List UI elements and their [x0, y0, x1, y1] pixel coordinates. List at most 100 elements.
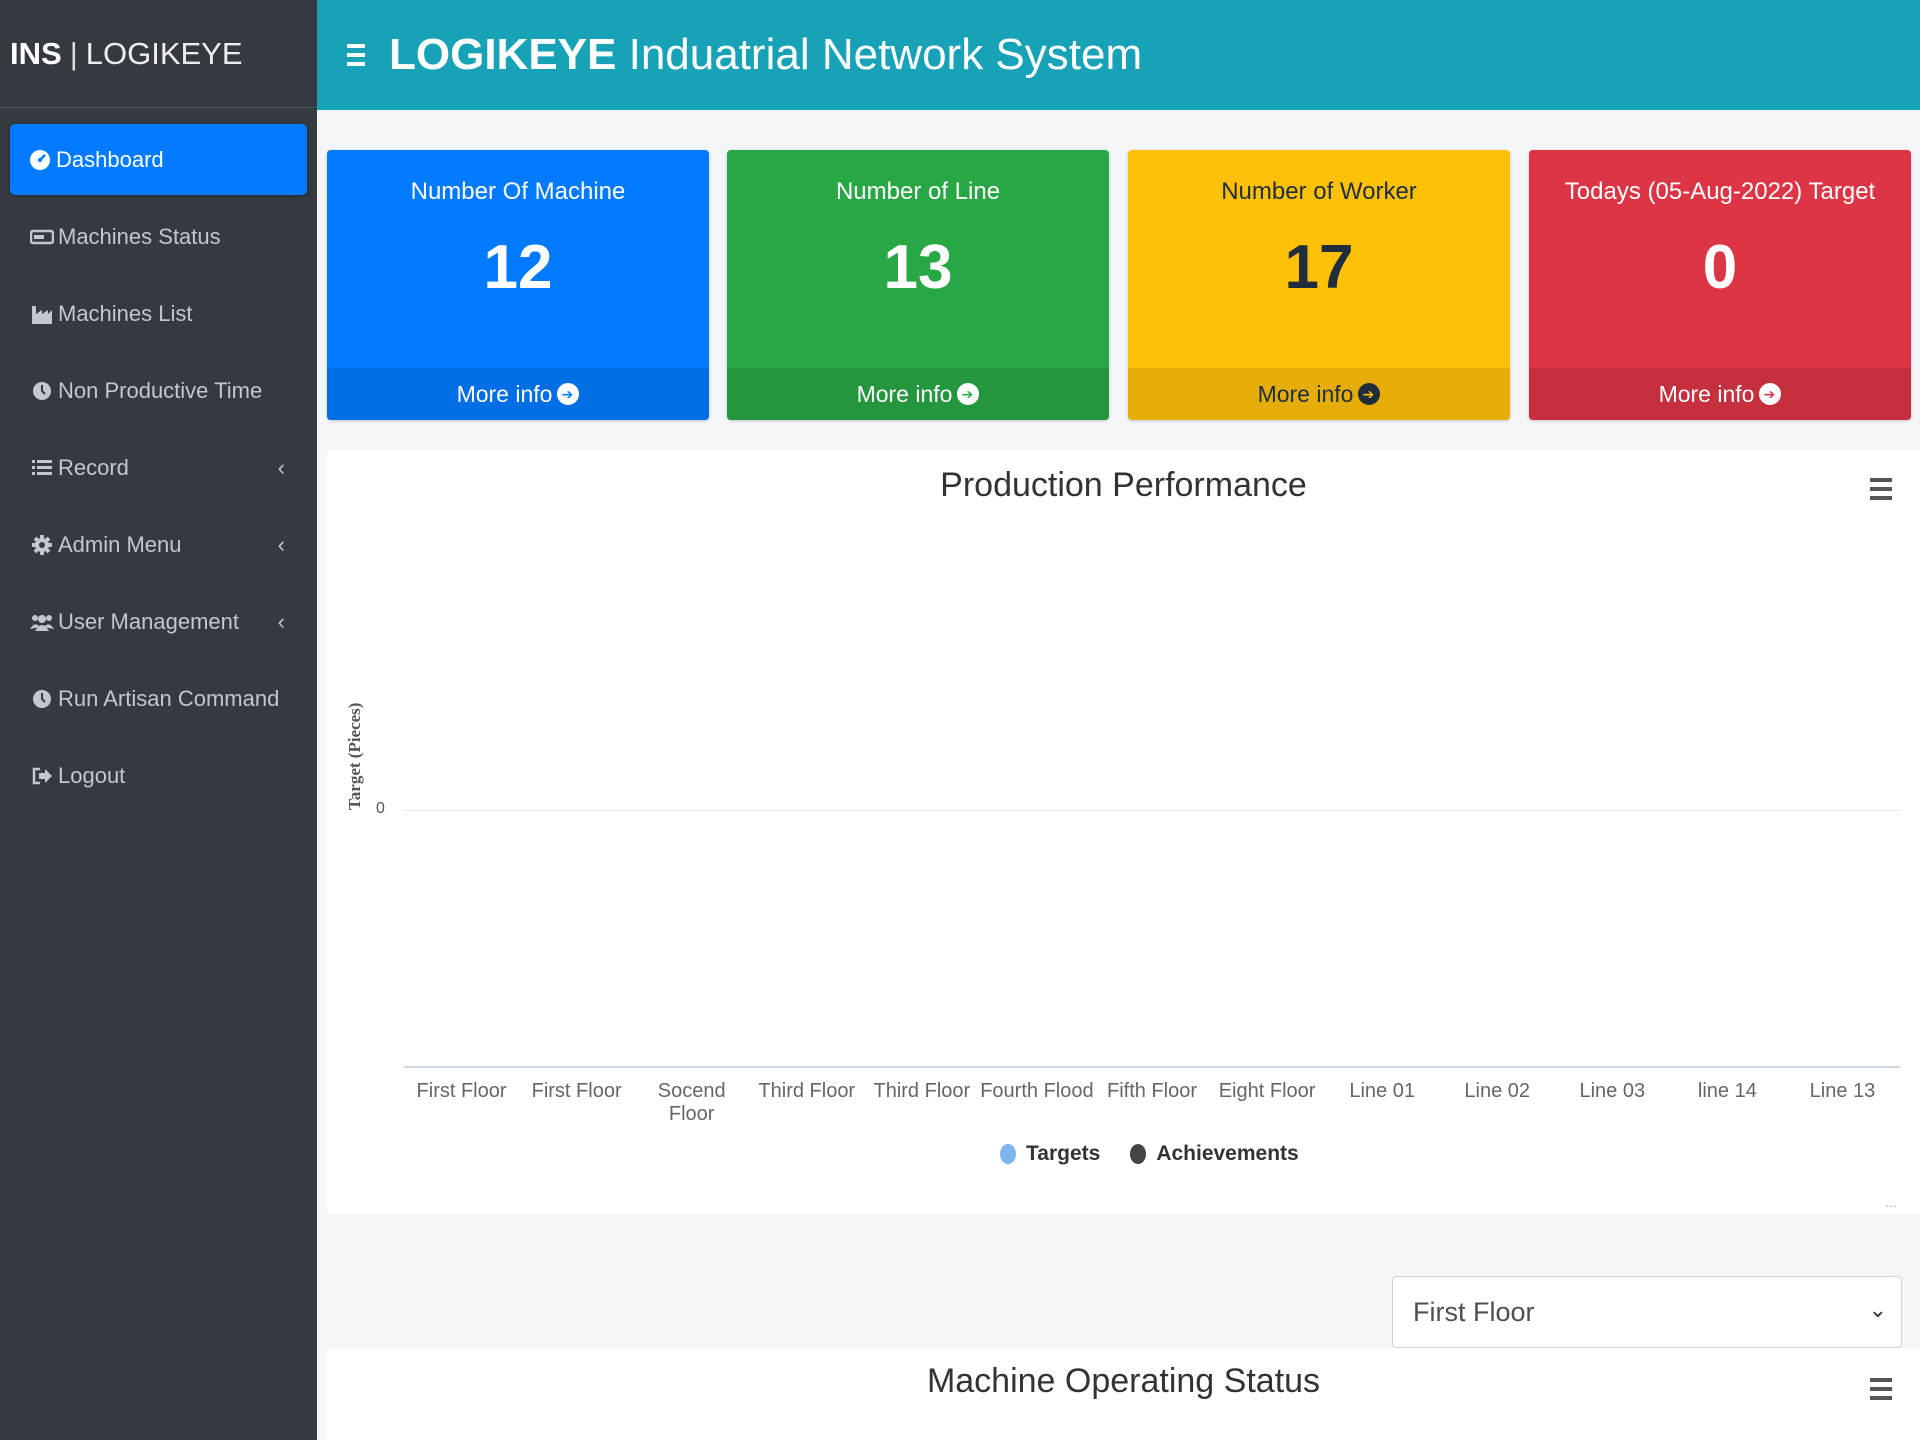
more-info-link[interactable]: More info: [1128, 368, 1510, 420]
x-tick-label: First Floor: [531, 1080, 622, 1102]
sidebar-item-user-management[interactable]: User Management ‹: [10, 586, 307, 657]
x-tick-label: Line 02: [1464, 1080, 1531, 1102]
chart-credits: …: [1885, 1196, 1897, 1210]
sidebar-item-admin-menu[interactable]: Admin Menu ‹: [10, 509, 307, 580]
hdd-icon: [30, 225, 54, 249]
sidebar-item-run-artisan-command[interactable]: Run Artisan Command: [10, 663, 307, 734]
x-tick-label: Fifth Floor: [1106, 1080, 1198, 1102]
x-tick-label: Line 03: [1579, 1080, 1646, 1102]
box-caption: Number of Line: [835, 178, 1001, 205]
users-icon: [30, 610, 54, 634]
more-info-link[interactable]: More info: [727, 368, 1109, 420]
sidebar-item-label: Non Productive Time: [58, 377, 263, 403]
more-info-label: More info: [1257, 380, 1354, 407]
legend-marker: [1000, 1144, 1016, 1164]
brand-name: LOGIKEYE: [85, 35, 243, 71]
clock-icon: [30, 379, 54, 403]
hamburger-menu-icon[interactable]: [347, 44, 365, 66]
floor-select[interactable]: First Floor ⌄: [1392, 1276, 1902, 1348]
sidebar-item-label: Logout: [58, 762, 126, 788]
sidebar-item-label: Run Artisan Command: [58, 685, 280, 711]
chart-title: Production Performance: [940, 466, 1307, 504]
more-info-label: More info: [456, 380, 553, 407]
sidebar-nav: Dashboard Machines Status Machines List …: [0, 108, 317, 811]
floor-select-value: First Floor: [1413, 1296, 1535, 1327]
lines-count-box: Number of Line 13 More info: [727, 150, 1109, 420]
more-info-link[interactable]: More info: [1529, 368, 1911, 420]
chevron-left-icon: ‹: [277, 531, 285, 557]
industry-icon: [30, 302, 54, 326]
workers-count-box: Number of Worker 17 More info: [1128, 150, 1510, 420]
brand-short: INS: [10, 35, 62, 71]
box-caption: Number Of Machine: [410, 178, 626, 205]
arrow-circle-right-icon: [1358, 383, 1381, 405]
y-tick-label: 0: [376, 800, 385, 817]
brand-logo[interactable]: INS | LOGIKEYE: [0, 0, 317, 108]
x-tick-label: Fourth Flood: [980, 1080, 1094, 1102]
legend-marker: [1130, 1144, 1147, 1164]
clock-icon: [30, 687, 54, 711]
sidebar-item-record[interactable]: Record ‹: [10, 432, 307, 503]
machines-count-box: Number Of Machine 12 More info: [327, 150, 709, 420]
machine-operating-status-card: Machine Operating Status: [327, 1348, 1920, 1440]
arrow-circle-right-icon: [557, 383, 580, 405]
list-icon: [30, 456, 54, 480]
box-value: 12: [483, 233, 553, 302]
legend-item-achievements[interactable]: Achievements: [1130, 1142, 1299, 1166]
sidebar-item-machines-status[interactable]: Machines Status: [10, 201, 307, 272]
box-value: 17: [1284, 233, 1354, 302]
legend-label: Achievements: [1156, 1142, 1299, 1165]
more-info-label: More info: [856, 380, 953, 407]
x-tick-label: Third Floor: [873, 1080, 971, 1102]
x-tick-label: Third Floor: [758, 1080, 856, 1102]
box-value: 13: [883, 233, 953, 302]
page-title: LOGIKEYE Induatrial Network System: [389, 30, 1142, 80]
x-axis-line: [404, 1066, 1900, 1068]
sidebar-item-label: Dashboard: [56, 146, 164, 172]
arrow-circle-right-icon: [957, 383, 980, 405]
sidebar-item-label: Machines Status: [58, 223, 221, 249]
dashboard-icon: [28, 148, 52, 172]
x-tick-label: Line 01: [1349, 1080, 1415, 1102]
more-info-link[interactable]: More info: [327, 368, 709, 420]
x-tick-label: Line 13: [1809, 1080, 1876, 1102]
box-value: 0: [1702, 233, 1738, 302]
cog-icon: [30, 533, 54, 557]
sign-out-icon: [30, 764, 54, 788]
box-caption: Todays (05-Aug-2022) Target: [1564, 178, 1876, 205]
top-header: LOGIKEYE Induatrial Network System: [317, 0, 1920, 110]
x-axis-ticks: First Floor First Floor Socend Floor Third …: [404, 1080, 1900, 1125]
sidebar-item-label: Record: [58, 454, 129, 480]
sidebar-item-logout[interactable]: Logout: [10, 740, 307, 811]
brand-separator: |: [69, 35, 78, 71]
more-info-label: More info: [1658, 380, 1755, 407]
sidebar-item-label: Admin Menu: [58, 531, 182, 557]
legend-label: Targets: [1026, 1142, 1101, 1165]
todays-target-box: Todays (05-Aug-2022) Target 0 More info: [1529, 150, 1911, 420]
sidebar-item-dashboard[interactable]: Dashboard: [10, 124, 307, 195]
x-tick-label: Socend Floor: [657, 1080, 726, 1125]
title-bold: LOGIKEYE: [389, 30, 617, 79]
sidebar-item-label: User Management: [58, 608, 239, 634]
y-axis-label: Target (Pieces): [345, 702, 364, 810]
sidebar-item-machines-list[interactable]: Machines List: [10, 278, 307, 349]
chart-menu-icon[interactable]: [1870, 1378, 1892, 1400]
chart-menu-icon[interactable]: [1870, 478, 1892, 500]
legend-item-targets[interactable]: Targets: [1000, 1142, 1100, 1166]
chevron-left-icon: ‹: [277, 608, 285, 634]
x-tick-label: First Floor: [416, 1080, 507, 1102]
sidebar-item-label: Machines List: [58, 300, 193, 326]
title-rest: Induatrial Network System: [616, 30, 1143, 79]
arrow-circle-right-icon: [1759, 383, 1782, 405]
box-caption: Number of Worker: [1221, 178, 1417, 205]
sidebar: INS | LOGIKEYE Dashboard Machines Status…: [0, 0, 317, 1440]
status-card-title: Machine Operating Status: [926, 1362, 1321, 1400]
sidebar-item-non-productive-time[interactable]: Non Productive Time: [10, 355, 307, 426]
chevron-down-icon: ⌄: [1868, 1297, 1887, 1322]
info-boxes: Number Of Machine 12 More info Number of…: [327, 150, 1911, 420]
chevron-left-icon: ‹: [277, 454, 285, 480]
x-tick-label: line 14: [1697, 1080, 1757, 1102]
zero-gridline: [404, 810, 1900, 811]
chart-legend: Targets Achievements: [1000, 1142, 1299, 1166]
x-tick-label: Eight Floor: [1218, 1080, 1316, 1102]
